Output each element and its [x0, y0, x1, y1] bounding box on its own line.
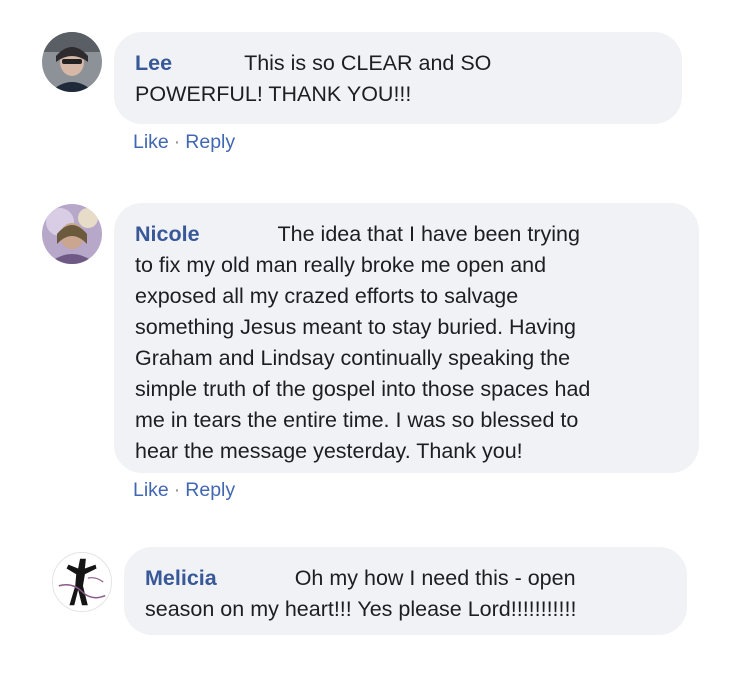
comment-actions: Like · Reply: [133, 130, 235, 154]
like-link[interactable]: Like: [133, 131, 169, 153]
like-link[interactable]: Like: [133, 479, 169, 501]
separator: ·: [173, 131, 181, 153]
separator: ·: [173, 479, 181, 501]
comment-text: to fix my old man really broke me open a…: [135, 253, 547, 277]
avatar[interactable]: [42, 204, 102, 264]
comment-text: Oh my how I need this - open: [294, 566, 576, 590]
comment-text: season on my heart!!! Yes please Lord!!!…: [145, 597, 577, 621]
comment-text: POWERFUL! THANK YOU!!!: [135, 82, 412, 106]
comment-text: hear the message yesterday. Thank you!: [135, 439, 523, 463]
comment-author[interactable]: Lee: [135, 48, 172, 79]
comment-text: me in tears the entire time. I was so bl…: [135, 408, 579, 432]
comment-bubble: Melicia Oh my how I need this - open seas…: [124, 547, 687, 635]
comment-author[interactable]: Melicia: [145, 563, 217, 594]
comment-actions: Like · Reply: [133, 478, 235, 502]
comment-bubble: Nicole The idea that I have been trying t…: [114, 203, 699, 473]
comment-text: This is so CLEAR and SO: [244, 51, 492, 75]
comment-text: something Jesus meant to stay buried. Ha…: [135, 315, 576, 339]
comment-text: Graham and Lindsay continually speaking …: [135, 346, 571, 370]
reply-link[interactable]: Reply: [185, 131, 235, 153]
comment-author[interactable]: Nicole: [135, 219, 200, 250]
comment-thread: Lee This is so CLEAR and SO POWERFUL! THA…: [0, 0, 739, 686]
avatar[interactable]: [52, 552, 112, 612]
comment-bubble: Lee This is so CLEAR and SO POWERFUL! THA…: [114, 32, 682, 124]
comment-text: simple truth of the gospel into those sp…: [135, 377, 591, 401]
comment-text: The idea that I have been trying: [277, 222, 580, 246]
avatar[interactable]: [42, 32, 102, 92]
reply-link[interactable]: Reply: [185, 479, 235, 501]
comment-text: exposed all my crazed efforts to salvage: [135, 284, 519, 308]
